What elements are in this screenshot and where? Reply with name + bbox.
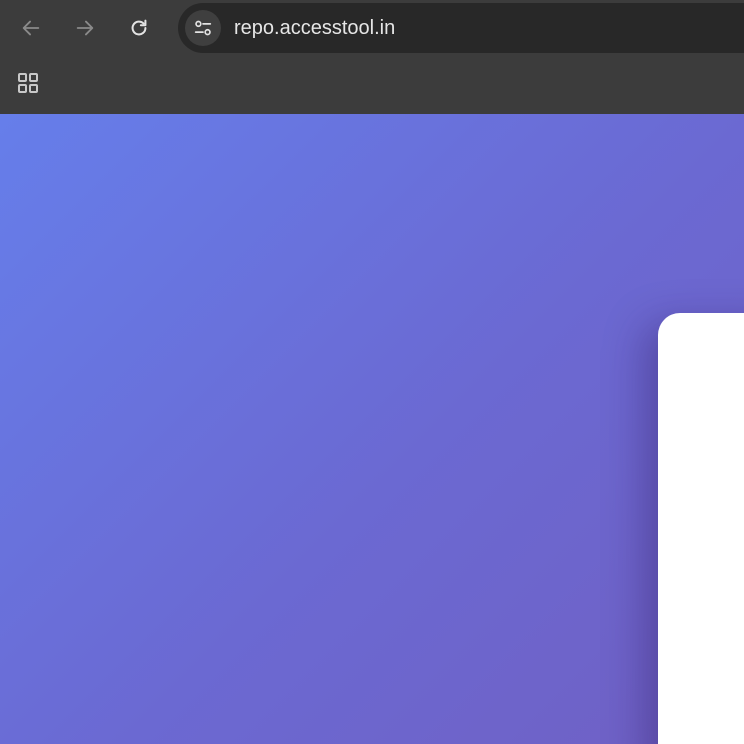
forward-button[interactable] bbox=[67, 10, 103, 46]
browser-window: repo.accesstool.in bbox=[0, 0, 744, 744]
apps-grid-icon bbox=[18, 73, 38, 93]
url-text[interactable]: repo.accesstool.in bbox=[234, 16, 395, 40]
site-info-button[interactable] bbox=[185, 10, 221, 46]
content-card bbox=[658, 313, 744, 744]
reload-button[interactable] bbox=[121, 10, 157, 46]
page-viewport bbox=[0, 114, 744, 744]
arrow-right-icon bbox=[76, 20, 94, 36]
apps-button[interactable] bbox=[12, 67, 44, 99]
reload-icon bbox=[131, 19, 147, 36]
tune-icon bbox=[194, 20, 212, 36]
browser-toolbar: repo.accesstool.in bbox=[0, 0, 744, 56]
address-bar[interactable]: repo.accesstool.in bbox=[178, 3, 744, 53]
bookmarks-bar bbox=[0, 56, 744, 114]
back-button[interactable] bbox=[13, 10, 49, 46]
arrow-left-icon bbox=[22, 20, 40, 36]
